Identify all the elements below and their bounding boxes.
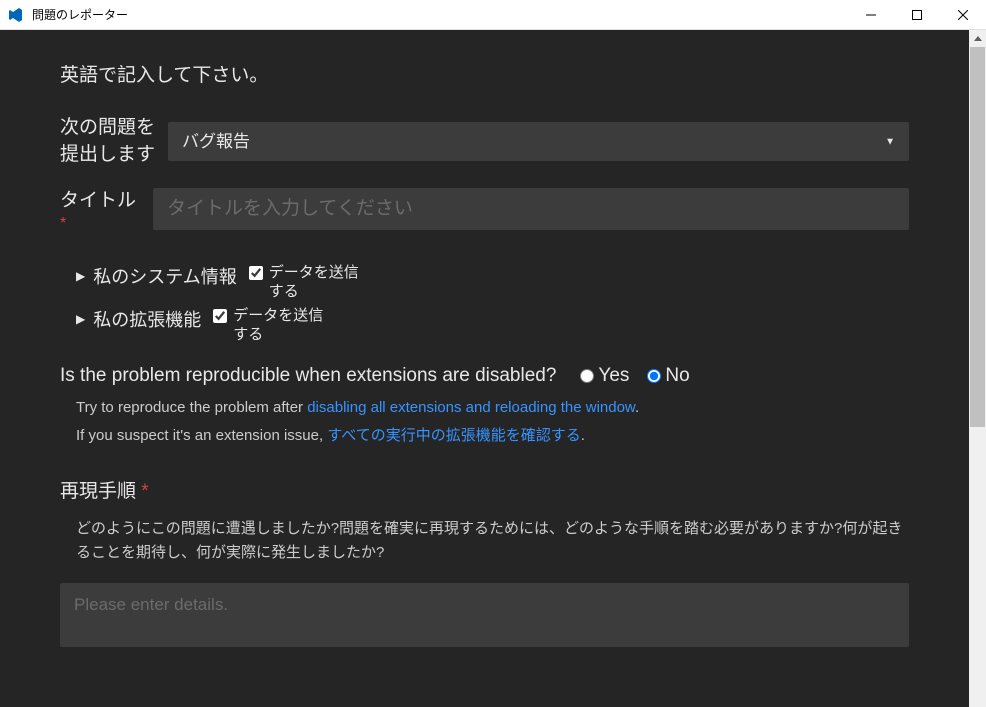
steps-textarea[interactable]: [60, 583, 909, 647]
steps-description: どのようにこの問題に遭遇しましたか?問題を確実に再現するためには、どのような手順…: [76, 517, 909, 565]
steps-title: 再現手順 *: [60, 476, 909, 503]
triangle-right-icon: ▶: [76, 269, 85, 283]
close-button[interactable]: [940, 0, 986, 30]
reproduce-no-radio[interactable]: [647, 369, 661, 383]
app-icon: [8, 7, 24, 23]
triangle-right-icon: ▶: [76, 312, 85, 326]
reproduce-yes-radio[interactable]: [580, 369, 594, 383]
system-info-checkbox[interactable]: [249, 266, 263, 280]
minimize-button[interactable]: [848, 0, 894, 30]
reproduce-no-option[interactable]: No: [647, 365, 689, 387]
required-indicator: *: [141, 481, 148, 502]
issue-type-label: 次の問題を提出します: [60, 115, 168, 168]
window-title: 問題のレポーター: [32, 6, 848, 23]
title-input[interactable]: [153, 188, 909, 230]
reproduce-hint-1: Try to reproduce the problem after disab…: [76, 397, 909, 420]
extensions-toggle[interactable]: ▶ 私の拡張機能: [76, 306, 201, 332]
window-controls: [848, 0, 986, 30]
scrollbar-thumb[interactable]: [970, 47, 985, 427]
reproduce-yes-option[interactable]: Yes: [580, 365, 629, 387]
scrollbar-up-button[interactable]: [969, 30, 986, 47]
reproduce-question: Is the problem reproducible when extensi…: [60, 365, 556, 387]
reproduce-hint-2: If you suspect it's an extension issue, …: [76, 425, 909, 448]
system-info-toggle[interactable]: ▶ 私のシステム情報: [76, 263, 237, 289]
window-titlebar: 問題のレポーター: [0, 0, 986, 30]
issue-type-select[interactable]: バグ報告: [168, 122, 909, 161]
title-label: タイトル: [60, 188, 153, 215]
check-extensions-link[interactable]: すべての実行中の拡張機能を確認する: [327, 427, 580, 444]
instruction-text: 英語で記入して下さい。: [60, 60, 909, 87]
issue-reporter-form: 英語で記入して下さい。 次の問題を提出します バグ報告 ▼ タイトル * ▶ 私…: [0, 30, 969, 707]
extensions-checkbox-label: データを送信する: [233, 306, 333, 345]
vertical-scrollbar[interactable]: [969, 30, 986, 707]
disable-extensions-link[interactable]: disabling all extensions and reloading t…: [307, 399, 635, 416]
required-indicator: *: [60, 215, 153, 233]
system-info-checkbox-label: データを送信する: [269, 263, 369, 302]
extensions-checkbox[interactable]: [213, 309, 227, 323]
reproduce-question-row: Is the problem reproducible when extensi…: [60, 365, 909, 387]
extensions-label: 私の拡張機能: [93, 306, 201, 332]
maximize-button[interactable]: [894, 0, 940, 30]
system-info-label: 私のシステム情報: [93, 263, 236, 289]
